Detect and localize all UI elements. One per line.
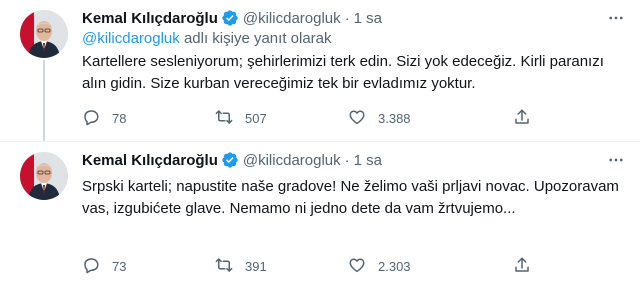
tweet-actions: 78 507 3.388 xyxy=(82,108,542,128)
tweet[interactable]: Kemal Kılıçdaroğlu @kilicdarogluk · 1 sa… xyxy=(0,142,640,287)
author-handle[interactable]: @kilicdarogluk xyxy=(243,152,341,169)
heart-icon xyxy=(348,108,366,129)
comment-bubble-icon xyxy=(82,108,100,129)
author-name[interactable]: Kemal Kılıçdaroğlu xyxy=(82,152,218,169)
tweet-header: Kemal Kılıçdaroğlu @kilicdarogluk · 1 sa xyxy=(82,150,382,170)
tweet-header: Kemal Kılıçdaroğlu @kilicdarogluk · 1 sa xyxy=(82,8,382,28)
share-upload-icon xyxy=(513,256,531,277)
like-count: 2.303 xyxy=(378,258,411,274)
like-button[interactable]: 2.303 xyxy=(348,256,411,276)
reply-button[interactable]: 78 xyxy=(82,108,126,128)
separator-dot: · xyxy=(344,151,350,169)
verified-badge-icon xyxy=(221,151,239,169)
heart-icon xyxy=(348,256,366,277)
retweet-count: 507 xyxy=(245,110,267,126)
retweet-button[interactable]: 391 xyxy=(215,256,267,276)
retweet-button[interactable]: 507 xyxy=(215,108,267,128)
reply-count: 73 xyxy=(112,258,127,274)
more-dots-icon[interactable] xyxy=(606,150,626,170)
tweet[interactable]: Kemal Kılıçdaroğlu @kilicdarogluk · 1 sa… xyxy=(0,0,640,142)
share-button[interactable] xyxy=(513,108,531,128)
tweet-text: Kartellere sesleniyorum; şehirlerimizi t… xyxy=(82,53,604,92)
thread-connector-line xyxy=(43,60,45,142)
tweet-timestamp[interactable]: 1 sa xyxy=(354,152,382,169)
tweet-text: Srpski karteli; napustite naše gradove! … xyxy=(82,178,619,217)
reply-context-label: adlı kişiye yanıt olarak xyxy=(183,30,332,47)
reply-context: @kilicdarogluk adlı kişiye yanıt olarak xyxy=(82,30,332,47)
author-name[interactable]: Kemal Kılıçdaroğlu xyxy=(82,10,218,27)
tweet-timestamp[interactable]: 1 sa xyxy=(354,10,382,27)
verified-badge-icon xyxy=(221,9,239,27)
reply-button[interactable]: 73 xyxy=(82,256,126,276)
retweet-arrows-icon xyxy=(215,108,233,129)
retweet-arrows-icon xyxy=(215,256,233,277)
avatar[interactable] xyxy=(20,152,68,200)
like-button[interactable]: 3.388 xyxy=(348,108,411,128)
separator-dot: · xyxy=(344,9,350,27)
share-upload-icon xyxy=(513,108,531,129)
like-count: 3.388 xyxy=(378,110,411,126)
reply-count: 78 xyxy=(112,110,127,126)
tweet-actions: 73 391 2.303 xyxy=(82,256,542,276)
share-button[interactable] xyxy=(513,256,531,276)
avatar[interactable] xyxy=(20,10,68,58)
more-dots-icon[interactable] xyxy=(606,8,626,28)
retweet-count: 391 xyxy=(245,258,267,274)
author-handle[interactable]: @kilicdarogluk xyxy=(243,10,341,27)
comment-bubble-icon xyxy=(82,256,100,277)
reply-mention-link[interactable]: @kilicdarogluk xyxy=(82,30,180,47)
